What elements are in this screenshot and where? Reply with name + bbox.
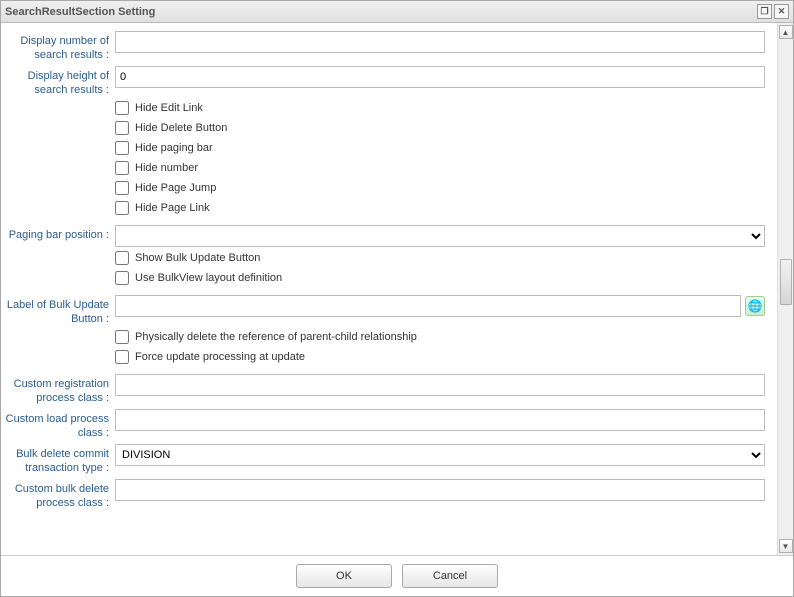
dialog-content: Display number of search results : Displ… bbox=[1, 23, 793, 555]
hide-page-jump-checkbox[interactable] bbox=[115, 181, 129, 195]
scroll-thumb[interactable] bbox=[780, 259, 792, 305]
use-bulkview-checkbox[interactable] bbox=[115, 271, 129, 285]
maximize-button[interactable]: ❐ bbox=[757, 4, 772, 19]
custom-bulk-delete-label: Custom bulk delete process class : bbox=[5, 479, 115, 510]
hide-edit-link-label: Hide Edit Link bbox=[135, 102, 203, 114]
hide-page-jump-label: Hide Page Jump bbox=[135, 182, 216, 194]
ok-button[interactable]: OK bbox=[296, 564, 392, 588]
dialog-footer: OK Cancel bbox=[1, 555, 793, 596]
hide-number-label: Hide number bbox=[135, 162, 198, 174]
physically-delete-row: Physically delete the reference of paren… bbox=[115, 330, 417, 344]
hide-edit-link-checkbox[interactable] bbox=[115, 101, 129, 115]
paging-bar-position-select[interactable] bbox=[115, 225, 765, 247]
cancel-button[interactable]: Cancel bbox=[402, 564, 498, 588]
close-button[interactable]: ✕ bbox=[774, 4, 789, 19]
hide-page-link-checkbox[interactable] bbox=[115, 201, 129, 215]
use-bulkview-row: Use BulkView layout definition bbox=[115, 271, 282, 285]
hide-delete-button-row: Hide Delete Button bbox=[115, 121, 227, 135]
display-height-label: Display height of search results : bbox=[5, 66, 115, 97]
paging-bar-position-label: Paging bar position : bbox=[5, 225, 115, 242]
custom-reg-input[interactable] bbox=[115, 374, 765, 396]
hide-page-link-row: Hide Page Link bbox=[115, 201, 210, 215]
force-update-label: Force update processing at update bbox=[135, 351, 305, 363]
scroll-down-icon[interactable]: ▼ bbox=[779, 539, 793, 553]
show-bulk-update-checkbox[interactable] bbox=[115, 251, 129, 265]
display-number-label: Display number of search results : bbox=[5, 31, 115, 62]
custom-bulk-delete-input[interactable] bbox=[115, 479, 765, 501]
physically-delete-label: Physically delete the reference of paren… bbox=[135, 331, 417, 343]
form-area: Display number of search results : Displ… bbox=[1, 23, 777, 555]
scroll-track[interactable] bbox=[779, 39, 793, 539]
hide-paging-bar-row: Hide paging bar bbox=[115, 141, 213, 155]
hide-delete-button-label: Hide Delete Button bbox=[135, 122, 227, 134]
hide-paging-bar-label: Hide paging bar bbox=[135, 142, 213, 154]
vertical-scrollbar[interactable]: ▲ ▼ bbox=[777, 23, 793, 555]
force-update-row: Force update processing at update bbox=[115, 350, 305, 364]
show-bulk-update-label: Show Bulk Update Button bbox=[135, 252, 260, 264]
bulk-delete-tx-label: Bulk delete commit transaction type : bbox=[5, 444, 115, 475]
window-title: SearchResultSection Setting bbox=[5, 6, 155, 18]
force-update-checkbox[interactable] bbox=[115, 350, 129, 364]
bulk-delete-tx-select[interactable]: DIVISION bbox=[115, 444, 765, 466]
custom-load-input[interactable] bbox=[115, 409, 765, 431]
scroll-up-icon[interactable]: ▲ bbox=[779, 25, 793, 39]
hide-delete-button-checkbox[interactable] bbox=[115, 121, 129, 135]
hide-paging-bar-checkbox[interactable] bbox=[115, 141, 129, 155]
label-bulk-update-label: Label of Bulk Update Button : bbox=[5, 295, 115, 326]
physically-delete-checkbox[interactable] bbox=[115, 330, 129, 344]
dialog-window: SearchResultSection Setting ❐ ✕ Display … bbox=[0, 0, 794, 597]
hide-number-row: Hide number bbox=[115, 161, 198, 175]
globe-icon[interactable]: 🌐 bbox=[745, 296, 765, 316]
custom-reg-label: Custom registration process class : bbox=[5, 374, 115, 405]
custom-load-label: Custom load process class : bbox=[5, 409, 115, 440]
show-bulk-update-row: Show Bulk Update Button bbox=[115, 251, 260, 265]
titlebar: SearchResultSection Setting ❐ ✕ bbox=[1, 1, 793, 23]
hide-page-link-label: Hide Page Link bbox=[135, 202, 210, 214]
hide-number-checkbox[interactable] bbox=[115, 161, 129, 175]
hide-page-jump-row: Hide Page Jump bbox=[115, 181, 216, 195]
use-bulkview-label: Use BulkView layout definition bbox=[135, 272, 282, 284]
display-number-input[interactable] bbox=[115, 31, 765, 53]
display-height-input[interactable] bbox=[115, 66, 765, 88]
hide-edit-link-row: Hide Edit Link bbox=[115, 101, 203, 115]
label-bulk-update-input[interactable] bbox=[115, 295, 741, 317]
